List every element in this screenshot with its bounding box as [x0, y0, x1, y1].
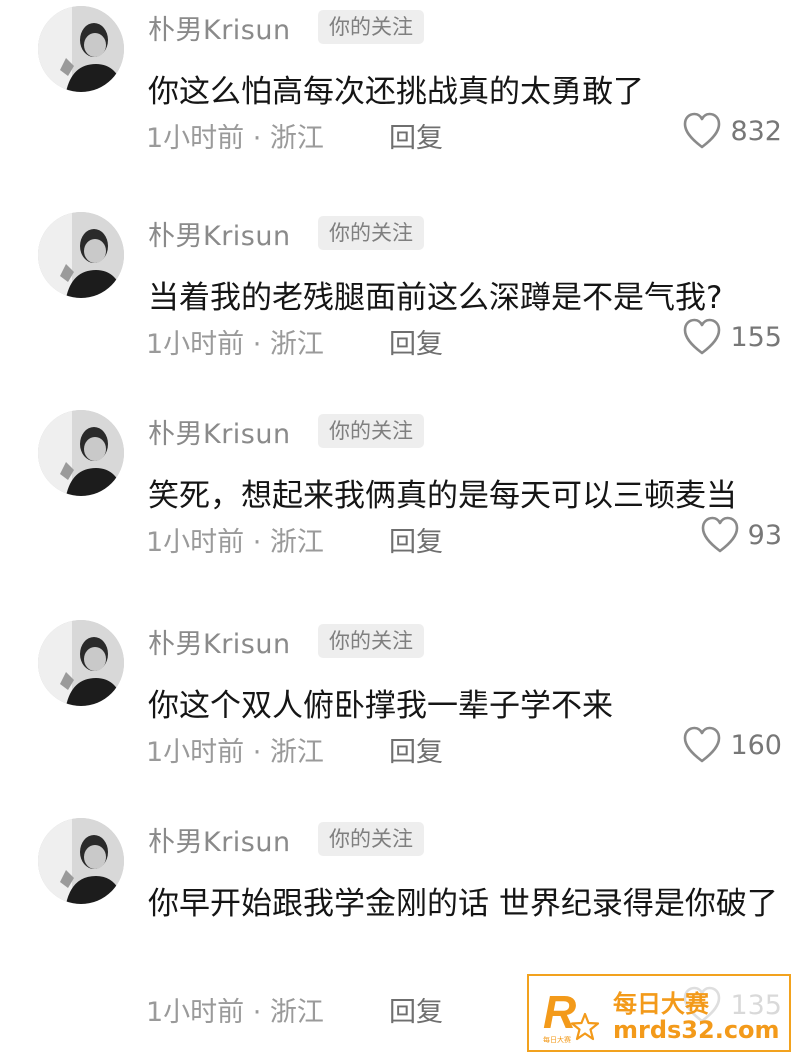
follow-badge: 你的关注	[318, 822, 424, 856]
reply-button[interactable]: 回复	[389, 322, 443, 361]
like-count: 832	[730, 115, 782, 147]
avatar-photo-icon	[38, 212, 124, 298]
avatar[interactable]	[38, 818, 124, 904]
avatar-photo-icon	[38, 620, 124, 706]
follow-badge: 你的关注	[318, 10, 424, 44]
star-logo-icon: R 每日大赛	[543, 986, 600, 1044]
comment-time-location: 1小时前 · 浙江	[146, 737, 324, 768]
comment-item: 朴男Krisun 你的关注 当着我的老残腿面前这么深蹲是不是气我? 1小时前 ·…	[0, 212, 800, 387]
watermark-title: 每日大赛	[613, 990, 709, 1018]
reply-button[interactable]: 回复	[389, 116, 443, 155]
like-count: 93	[747, 519, 782, 551]
avatar[interactable]	[38, 212, 124, 298]
heart-outline-icon	[701, 516, 738, 553]
comment-item: 朴男Krisun 你的关注 你这么怕高每次还挑战真的太勇敢了 1小时前 · 浙江…	[0, 6, 800, 181]
heart-outline-icon	[684, 318, 721, 355]
reply-button[interactable]: 回复	[389, 520, 443, 559]
follow-badge: 你的关注	[318, 414, 424, 448]
like-button[interactable]: 160	[682, 726, 782, 764]
comment-text: 你早开始跟我学金刚的话 世界纪录得是你破了	[148, 886, 778, 922]
avatar[interactable]	[38, 6, 124, 92]
watermark-url: mrds32.com	[613, 1016, 780, 1044]
heart-outline-icon	[684, 726, 721, 763]
comment-item: 朴男Krisun 你的关注 你这个双人俯卧撑我一辈子学不来 1小时前 · 浙江 …	[0, 620, 800, 795]
comment-username[interactable]: 朴男Krisun	[148, 8, 291, 47]
avatar-photo-icon	[38, 6, 124, 92]
avatar-photo-icon	[38, 410, 124, 496]
avatar[interactable]	[38, 620, 124, 706]
svg-text:R: R	[543, 986, 576, 1038]
comment-time-location: 1小时前 · 浙江	[146, 527, 324, 558]
comment-time-location: 1小时前 · 浙江	[146, 329, 324, 360]
avatar[interactable]	[38, 410, 124, 496]
comment-time-location: 1小时前 · 浙江	[146, 123, 324, 154]
comment-username[interactable]: 朴男Krisun	[148, 214, 291, 253]
watermark: R 每日大赛 每日大赛 mrds32.com	[527, 974, 791, 1052]
like-button[interactable]: 93	[700, 516, 782, 554]
comment-username[interactable]: 朴男Krisun	[148, 412, 291, 451]
comment-time-location: 1小时前 · 浙江	[146, 997, 324, 1028]
follow-badge: 你的关注	[318, 216, 424, 250]
like-button[interactable]: 832	[682, 112, 782, 150]
like-count: 155	[730, 321, 782, 353]
like-count: 160	[730, 729, 782, 761]
heart-outline-icon	[684, 112, 721, 149]
comment-item: 朴男Krisun 你的关注 笑死，想起来我俩真的是每天可以三顿麦当 1小时前 ·…	[0, 410, 800, 585]
follow-badge: 你的关注	[318, 624, 424, 658]
comment-username[interactable]: 朴男Krisun	[148, 820, 291, 859]
avatar-photo-icon	[38, 818, 124, 904]
svg-text:每日大赛: 每日大赛	[543, 1035, 571, 1044]
reply-button[interactable]: 回复	[389, 990, 443, 1029]
comment-username[interactable]: 朴男Krisun	[148, 622, 291, 661]
like-button[interactable]: 155	[682, 318, 782, 356]
reply-button[interactable]: 回复	[389, 730, 443, 769]
